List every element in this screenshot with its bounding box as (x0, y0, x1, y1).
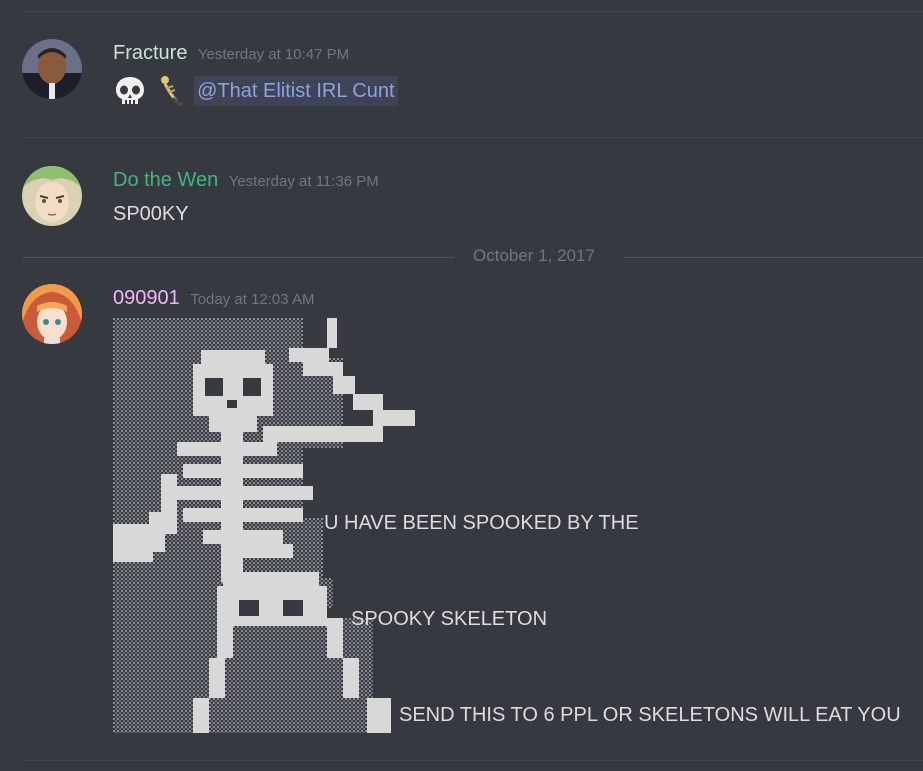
user-mention[interactable]: @That Elitist IRL Cunt (194, 76, 398, 106)
message-text: SP00KY (113, 203, 189, 225)
message-content: @That Elitist IRL Cunt (113, 74, 398, 108)
separator-line (22, 257, 454, 258)
divider (22, 137, 923, 138)
chat-messages: Fracture Yesterday at 10:47 PM @That Eli… (0, 0, 923, 771)
message-line: U HAVE BEEN SPOOKED BY THE (324, 512, 639, 534)
avatar-do-the-wen[interactable] (22, 166, 82, 226)
timestamp[interactable]: Yesterday at 11:36 PM (229, 173, 379, 190)
timestamp[interactable]: Yesterday at 10:47 PM (198, 46, 349, 63)
message-header: 090901 Today at 12:03 AM (113, 287, 314, 310)
username[interactable]: 090901 (113, 287, 180, 309)
message-line: SEND THIS TO 6 PPL OR SKELETONS WILL EAT… (399, 704, 901, 726)
divider (22, 760, 923, 761)
divider (22, 11, 923, 12)
skeleton-icon[interactable] (157, 74, 185, 108)
avatar-fracture[interactable] (22, 39, 82, 99)
date-label: October 1, 2017 (473, 246, 595, 265)
message-header: Fracture Yesterday at 10:47 PM (113, 42, 349, 65)
username[interactable]: Do the Wen (113, 169, 218, 191)
date-separator: October 1, 2017 (22, 246, 923, 268)
skull-icon[interactable] (113, 74, 147, 108)
avatar-090901[interactable] (22, 284, 82, 344)
username[interactable]: Fracture (113, 42, 187, 64)
separator-line (624, 257, 923, 258)
message-header: Do the Wen Yesterday at 11:36 PM (113, 169, 379, 192)
timestamp[interactable]: Today at 12:03 AM (190, 291, 314, 308)
message-line: SPOOKY SKELETON (351, 608, 548, 630)
